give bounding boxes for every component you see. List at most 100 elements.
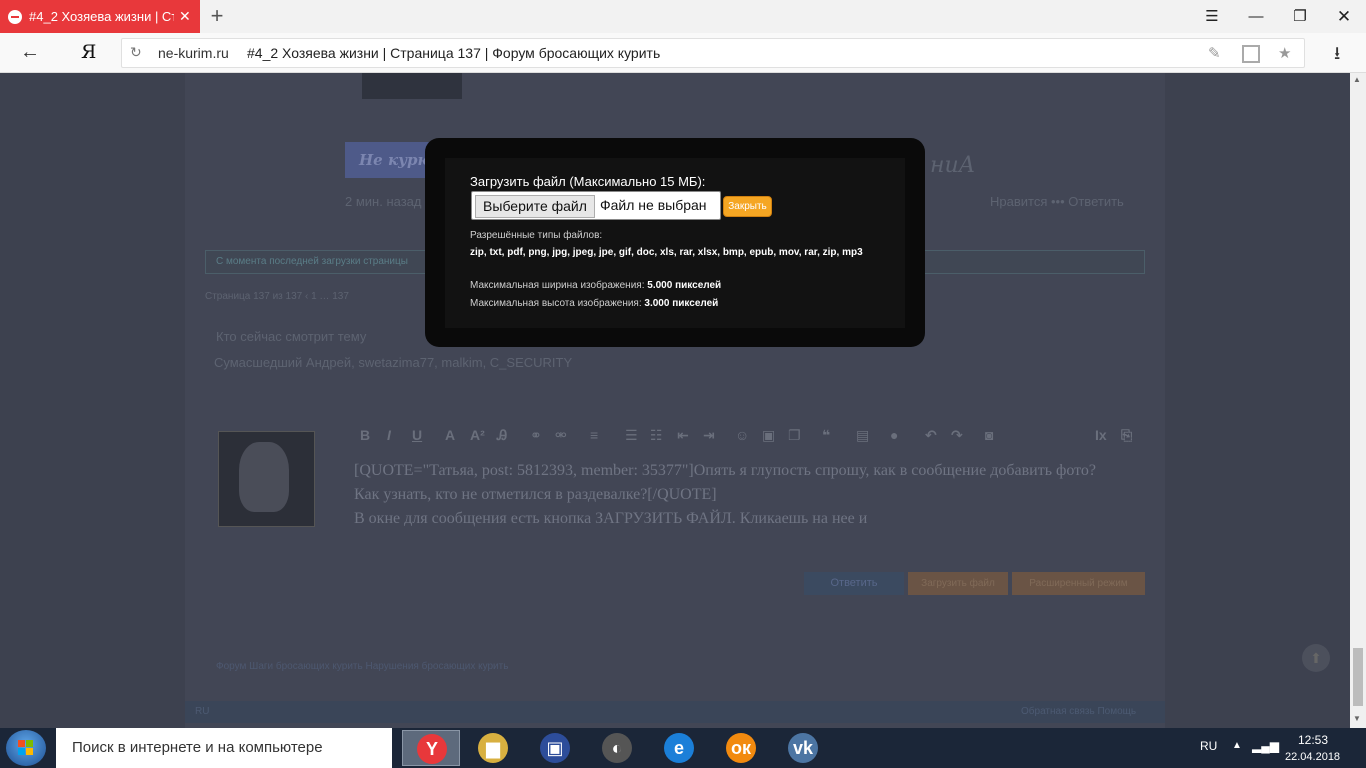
toggle-bbcode-icon[interactable]: ⎘ [1121,427,1132,444]
start-button[interactable] [6,730,46,766]
scroll-down-arrow-icon[interactable]: ▼ [1353,714,1361,723]
file-input[interactable]: Выберите файл Файл не выбран [471,191,721,220]
footer-language[interactable]: RU [195,706,209,717]
page-scrollbar[interactable]: ▲ ▼ [1350,73,1366,728]
unlink-icon[interactable]: ⚮ [555,427,567,444]
close-dialog-button[interactable]: Закрыть [723,196,772,217]
download-icon[interactable]: ⭳ [1334,41,1340,71]
addon-icon[interactable]: ✎ [1208,44,1221,62]
max-width-row: Максимальная ширина изображения: 5.000 п… [470,280,721,291]
reply-button[interactable]: Ответить [804,572,904,595]
url-field[interactable]: ↻ ne-kurim.ru #4_2 Хозяева жизни | Стран… [121,38,1305,68]
taskbar-app-vkontakte[interactable]: vk [774,730,832,766]
taskbar-app-internet-explorer[interactable]: e [650,730,708,766]
upload-file-button[interactable]: Загрузить файл [908,572,1008,595]
bullet-list-icon[interactable]: ☰ [625,427,638,444]
underline-icon[interactable]: U [412,427,422,443]
scroll-thumb[interactable] [1353,648,1363,706]
page-footer: RU Обратная связь Помощь [185,701,1165,723]
breadcrumb[interactable]: Форум Шаги бросающих курить Нарушения бр… [216,661,508,672]
browser-tab-active[interactable]: #4_2 Хозяева жизни | Стр ✕ [0,0,200,33]
site-favicon-icon [8,9,22,24]
redo-icon[interactable]: ↷ [951,427,963,444]
address-bar: ← Я ↻ ne-kurim.ru #4_2 Хозяева жизни | С… [0,33,1366,73]
clock-date[interactable]: 22.04.2018 [1285,751,1340,763]
taskbar: Поиск в интернете и на компьютере Y ▆ ▣ ◐ e о… [0,728,1366,768]
bookmark-star-icon[interactable]: ★ [1278,44,1291,62]
taskbar-search-placeholder: Поиск в интернете и на компьютере [72,739,323,756]
signature-tail: ниА [930,153,976,178]
taskbar-app-save-app[interactable]: ▣ [526,730,584,766]
taskbar-app-media-app[interactable]: ◐ [588,730,646,766]
internet-explorer-icon: e [664,733,694,763]
viewers-title: Кто сейчас смотрит тему [216,329,367,344]
save-icon[interactable]: ▤ [856,427,869,444]
italic-icon[interactable]: I [387,427,391,443]
close-window-button[interactable]: ✕ [1322,0,1366,33]
notice-text: С момента последней загрузки страницы [216,256,408,267]
remove-format-icon[interactable]: Ix [1095,427,1107,443]
text-color-icon[interactable]: A [445,427,455,443]
post-actions[interactable]: Нравится ••• Ответить [990,194,1124,209]
camera-icon[interactable]: ◙ [985,427,993,443]
tab-close-icon[interactable]: ✕ [179,8,191,25]
tray-expand-icon[interactable]: ▲ [1232,740,1242,751]
editor-toolbar: B I U A A² Ꭿ ⚭ ⚮ ≡ ☰ ☷ ⇤ ⇥ ☺ ▣ ❐ ❝ ▤ ● ↶… [345,423,1145,449]
editor-line-3: В окне для сообщения есть кнопка ЗАГРУЗИ… [354,510,868,527]
outdent-icon[interactable]: ⇤ [677,427,689,444]
align-icon[interactable]: ≡ [590,427,598,443]
image-icon[interactable]: ▣ [762,427,775,444]
max-height-value: 3.000 пикселей [644,298,719,309]
media-app-icon: ◐ [602,733,632,763]
quote-icon[interactable]: ❝ [822,427,830,444]
yandex-browser-icon: Y [417,734,447,764]
scroll-up-arrow-icon[interactable]: ▲ [1353,75,1361,84]
signature-text: Не курю [359,151,433,169]
choose-file-button[interactable]: Выберите файл [475,195,595,218]
numbered-list-icon[interactable]: ☷ [650,427,663,444]
message-editor[interactable]: [QUOTE="Татьяа, post: 5812393, member: 3… [354,459,1134,531]
new-tab-button[interactable]: + [205,2,229,30]
save-app-icon: ▣ [540,733,570,763]
yandex-logo-icon[interactable]: Я [81,41,96,63]
allowed-types-value: zip, txt, pdf, png, jpg, jpeg, jpe, gif,… [470,247,863,258]
footer-links[interactable]: Обратная связь Помощь [1021,706,1136,717]
max-width-value: 5.000 пикселей [647,280,722,291]
smiley-icon[interactable]: ☺ [735,427,749,443]
image-thumbnail [362,73,462,99]
taskbar-search-field[interactable]: Поиск в интернете и на компьютере [56,728,392,768]
font-size-icon[interactable]: A² [470,427,485,443]
pagination[interactable]: Страница 137 из 137 ‹ 1 … 137 [205,291,349,302]
scroll-to-top-icon[interactable]: ⬆ [1302,644,1330,672]
media-icon[interactable]: ❐ [788,427,801,444]
editor-line-1: [QUOTE="Татьяа, post: 5812393, member: 3… [354,462,1097,479]
restore-button[interactable]: ❐ [1278,0,1322,33]
file-status: Файл не выбран [600,197,707,213]
bold-icon[interactable]: B [360,427,370,443]
font-family-icon[interactable]: Ꭿ [497,427,507,444]
indent-icon[interactable]: ⇥ [703,427,715,444]
back-arrow-icon[interactable]: ← [20,41,40,64]
protect-icon[interactable] [1242,45,1260,63]
taskbar-app-explorer[interactable]: ▆ [464,730,522,766]
max-height-row: Максимальная высота изображения: 3.000 п… [470,298,718,309]
network-signal-icon[interactable]: ▂▄▆ [1252,739,1279,753]
vkontakte-icon: vk [788,733,818,763]
max-height-label: Максимальная высота изображения: [470,298,642,309]
taskbar-app-odnoklassniki[interactable]: ок [712,730,770,766]
reload-icon[interactable]: ↻ [130,44,142,61]
clock-time[interactable]: 12:53 [1298,733,1328,747]
minimize-button[interactable]: — [1234,0,1278,33]
tab-title: #4_2 Хозяева жизни | Стр [29,9,174,24]
undo-icon[interactable]: ↶ [925,427,937,444]
post-time: 2 мин. назад [345,194,422,209]
user-icon[interactable]: ● [890,427,898,443]
upload-dialog: Загрузить файл (Максимально 15 МБ): Выбе… [425,138,925,347]
link-icon[interactable]: ⚭ [530,427,542,444]
explorer-icon: ▆ [478,733,508,763]
viewers-list[interactable]: Сумасшедший Андрей, swetazima77, malkim,… [214,355,572,370]
language-indicator[interactable]: RU [1200,739,1217,753]
taskbar-app-yandex-browser[interactable]: Y [402,730,460,766]
extended-mode-button[interactable]: Расширенный режим [1012,572,1145,595]
browser-menu-icon[interactable]: ☰ [1190,0,1234,33]
